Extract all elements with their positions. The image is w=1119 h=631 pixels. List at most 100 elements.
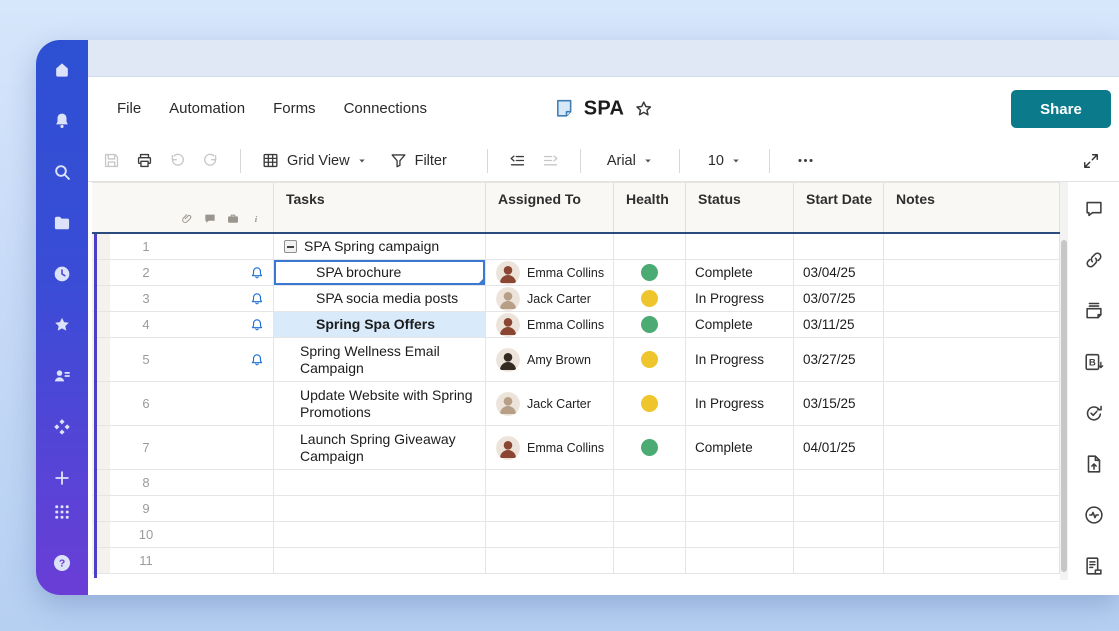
attachments-icon[interactable]	[1083, 300, 1105, 322]
more-options-icon[interactable]	[796, 151, 815, 170]
health-cell[interactable]	[614, 426, 686, 470]
apps-icon[interactable]	[52, 417, 72, 437]
selection-fill-handle[interactable]	[477, 277, 485, 285]
status-cell[interactable]	[686, 470, 794, 496]
start-date-cell[interactable]	[794, 470, 884, 496]
column-header-assigned-to[interactable]: Assigned To	[486, 183, 614, 232]
assignee-cell[interactable]	[486, 470, 614, 496]
status-cell[interactable]	[686, 522, 794, 548]
notes-cell[interactable]	[884, 426, 1060, 470]
users-icon[interactable]	[52, 366, 72, 386]
row-number-cell[interactable]: 3	[92, 286, 274, 312]
publish-icon[interactable]	[1083, 453, 1105, 475]
assignee-cell[interactable]: Emma Collins	[486, 260, 614, 286]
health-cell[interactable]	[614, 382, 686, 426]
favorite-star-icon[interactable]	[633, 98, 654, 119]
column-header-status[interactable]: Status	[686, 183, 794, 232]
task-cell[interactable]: SPA brochure	[274, 260, 486, 286]
start-date-cell[interactable]: 03/27/25	[794, 338, 884, 382]
reminder-bell-icon[interactable]	[249, 265, 265, 281]
status-cell[interactable]	[686, 496, 794, 522]
task-cell[interactable]	[274, 522, 486, 548]
redo-icon[interactable]	[201, 151, 220, 170]
assignee-cell[interactable]	[486, 496, 614, 522]
start-date-cell[interactable]: 03/04/25	[794, 260, 884, 286]
activity-icon[interactable]	[1083, 504, 1105, 526]
brandfolder-icon[interactable]: B	[1083, 351, 1105, 373]
plus-icon[interactable]	[52, 468, 72, 488]
row-number-cell[interactable]: 2	[92, 260, 274, 286]
assignee-cell[interactable]: Emma Collins	[486, 312, 614, 338]
clock-icon[interactable]	[52, 264, 72, 284]
column-header-tasks[interactable]: Tasks	[274, 183, 486, 232]
row-number-cell[interactable]: 8	[92, 470, 274, 496]
health-cell[interactable]	[614, 286, 686, 312]
notes-cell[interactable]	[884, 470, 1060, 496]
start-date-cell[interactable]	[794, 234, 884, 260]
column-header-health[interactable]: Health	[614, 183, 686, 232]
paperclip-icon[interactable]	[180, 212, 194, 226]
status-cell[interactable]: Complete	[686, 260, 794, 286]
outdent-icon[interactable]	[508, 151, 527, 170]
assignee-cell[interactable]	[486, 522, 614, 548]
health-cell[interactable]	[614, 234, 686, 260]
reminder-bell-icon[interactable]	[249, 352, 265, 368]
menu-forms[interactable]: Forms	[273, 100, 316, 117]
start-date-cell[interactable]: 03/15/25	[794, 382, 884, 426]
expand-icon[interactable]	[1081, 151, 1101, 171]
task-cell[interactable]: Launch Spring Giveaway Campaign	[274, 426, 486, 470]
notes-cell[interactable]	[884, 338, 1060, 382]
comment-small-icon[interactable]	[203, 212, 217, 226]
grid9-icon[interactable]	[52, 502, 72, 522]
info-icon[interactable]: i	[249, 212, 263, 226]
status-cell[interactable]: In Progress	[686, 382, 794, 426]
proof-icon[interactable]	[226, 212, 240, 226]
undo-icon[interactable]	[168, 151, 187, 170]
row-number-cell[interactable]: 9	[92, 496, 274, 522]
reminder-bell-icon[interactable]	[249, 291, 265, 307]
start-date-cell[interactable]	[794, 522, 884, 548]
status-cell[interactable]: Complete	[686, 312, 794, 338]
assignee-cell[interactable]	[486, 548, 614, 574]
task-cell[interactable]: Update Website with Spring Promotions	[274, 382, 486, 426]
start-date-cell[interactable]: 03/11/25	[794, 312, 884, 338]
health-cell[interactable]	[614, 548, 686, 574]
vertical-scrollbar[interactable]	[1060, 182, 1068, 580]
row-number-cell[interactable]: 1	[92, 234, 274, 260]
assignee-cell[interactable]: Jack Carter	[486, 286, 614, 312]
collapse-toggle[interactable]	[284, 240, 297, 253]
notes-cell[interactable]	[884, 260, 1060, 286]
start-date-cell[interactable]	[794, 496, 884, 522]
indent-icon[interactable]	[541, 151, 560, 170]
notes-cell[interactable]	[884, 382, 1060, 426]
status-cell[interactable]	[686, 548, 794, 574]
reminder-bell-icon[interactable]	[249, 317, 265, 333]
row-number-cell[interactable]: 11	[92, 548, 274, 574]
link-icon[interactable]	[1083, 249, 1105, 271]
row-number-cell[interactable]: 4	[92, 312, 274, 338]
font-family-selector[interactable]: Arial	[607, 153, 653, 169]
menu-file[interactable]: File	[117, 100, 141, 117]
task-cell[interactable]: Spring Spa Offers	[274, 312, 486, 338]
health-cell[interactable]	[614, 470, 686, 496]
task-cell[interactable]	[274, 548, 486, 574]
status-cell[interactable]	[686, 234, 794, 260]
notes-cell[interactable]	[884, 496, 1060, 522]
search-icon[interactable]	[52, 162, 72, 182]
health-cell[interactable]	[614, 312, 686, 338]
corner-header-cell[interactable]: i	[92, 183, 274, 232]
notes-cell[interactable]	[884, 234, 1060, 260]
column-header-notes[interactable]: Notes	[884, 183, 1060, 232]
status-cell[interactable]: Complete	[686, 426, 794, 470]
assignee-cell[interactable]: Jack Carter	[486, 382, 614, 426]
health-cell[interactable]	[614, 522, 686, 548]
row-number-cell[interactable]: 6	[92, 382, 274, 426]
print-icon[interactable]	[135, 151, 154, 170]
assignee-cell[interactable]	[486, 234, 614, 260]
notes-cell[interactable]	[884, 312, 1060, 338]
menu-automation[interactable]: Automation	[169, 100, 245, 117]
status-cell[interactable]: In Progress	[686, 286, 794, 312]
view-selector[interactable]: Grid View	[261, 151, 367, 170]
notes-cell[interactable]	[884, 286, 1060, 312]
comment-icon[interactable]	[1083, 198, 1105, 220]
